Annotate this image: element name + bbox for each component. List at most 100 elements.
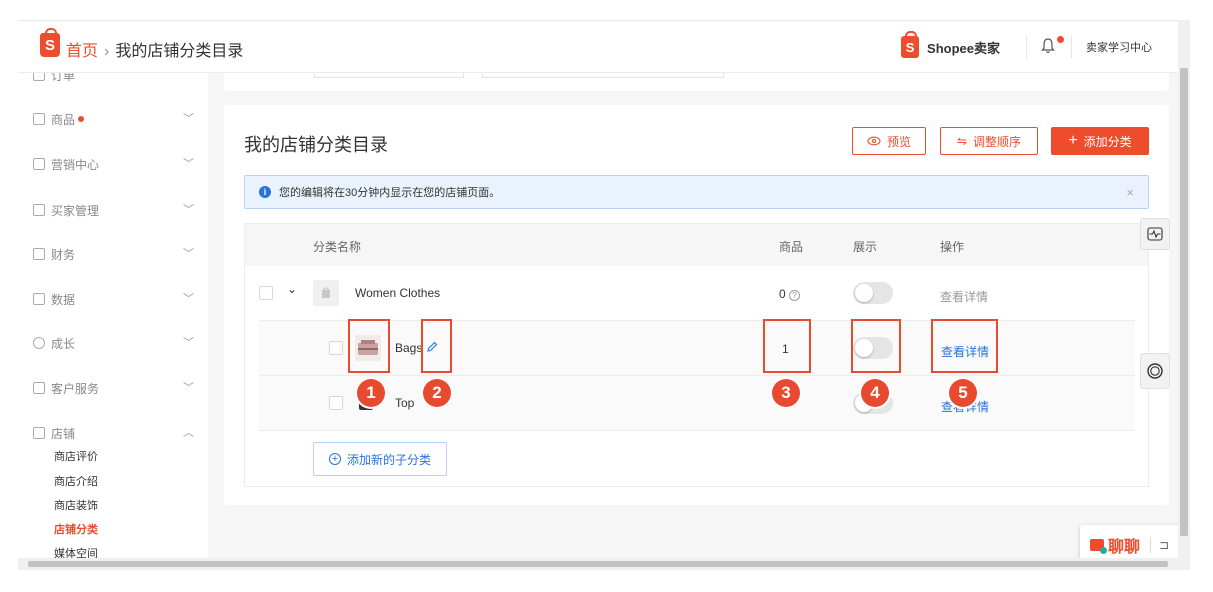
expand-chevron-icon[interactable]: ⌄ [287,282,297,296]
sidebar-item-label: 财务 [51,247,76,262]
display-toggle[interactable] [853,282,893,304]
brand-label[interactable]: Shopee卖家 [927,38,1000,57]
notification-dot [1057,36,1064,43]
highlight-view-details [931,319,998,373]
highlight-edit [421,319,452,373]
sidebar-item-label: 店铺 [51,426,76,441]
add-category-button[interactable]: + 添加分类 [1051,127,1149,155]
chevron-down-icon: ﹀ [183,158,194,170]
plus-circle-icon: + [328,453,341,465]
buyer-icon [33,204,45,216]
sidebar-subitem-categories[interactable]: 店铺分类 [54,521,98,537]
support-headset-button[interactable] [1140,353,1170,389]
finance-icon [33,248,45,260]
pulse-icon [1147,227,1163,241]
toggle-knob [855,284,873,302]
chevron-down-icon: ﹀ [183,248,194,260]
notification-bell-button[interactable] [1027,33,1071,61]
top-bar: S 首页 › 我的店铺分类目录 S Shopee卖家 卖家学习中心 [18,21,1178,73]
chevron-down-icon: ﹀ [183,204,194,216]
sidebar-item-data[interactable]: 数据 ﹀ [33,289,198,309]
highlight-thumbnail [348,319,390,373]
headset-icon [1147,363,1163,379]
category-name: Bags [395,341,423,355]
reorder-button[interactable]: ⇋ 调整顺序 [940,127,1038,155]
horizontal-scroll-thumb[interactable] [28,561,1168,567]
category-card: 我的店铺分类目录 预览 ⇋ 调整顺序 + 添加分类 i 您的编辑将在30分钟内显… [224,105,1169,505]
chevron-down-icon: ﹀ [183,382,194,394]
vertical-scroll-thumb[interactable] [1180,68,1188,536]
reorder-label: 调整顺序 [973,134,1022,149]
activity-monitor-button[interactable] [1140,218,1170,250]
preview-label: 预览 [886,134,911,149]
add-subcategory-button[interactable]: + 添加新的子分类 [313,442,447,476]
order-icon [33,73,45,81]
growth-icon [33,337,45,349]
sidebar-item-finance[interactable]: 财务 ﹀ [33,244,198,264]
header-name: 分类名称 [313,240,362,254]
ghost-input [314,73,464,78]
expand-icon[interactable]: ⊐ [1159,538,1169,552]
chevron-down-icon: ﹀ [183,293,194,305]
help-icon[interactable]: ? [789,290,801,301]
category-name: Women Clothes [355,286,441,300]
chat-label: 聊聊 [1108,539,1141,556]
header-right: S Shopee卖家 卖家学习中心 [901,31,1178,61]
sidebar-item-products[interactable]: 商品 ﹀ [33,109,198,129]
category-thumbnail [313,280,339,306]
add-subcategory-label: 添加新的子分类 [346,452,431,467]
sidebar-item-label: 客户服务 [51,381,100,396]
sidebar-item-service[interactable]: 客户服务 ﹀ [33,378,198,398]
table-row: ⌄ Women Clothes 0 ? 查看详情 [259,266,1135,321]
sidebar-subitem-intro[interactable]: 商店介绍 [54,473,98,489]
sidebar-item-growth[interactable]: 成长 ﹀ [33,333,198,353]
page-title: 我的店铺分类目录 [244,135,388,155]
marketing-icon [33,158,45,170]
header-products: 商品 [779,240,804,254]
notice-text: 您的编辑将在30分钟内显示在您的店铺页面。 [279,187,501,199]
sidebar-item-label: 买家管理 [51,203,100,218]
shopee-logo-icon[interactable]: S [40,28,60,57]
sidebar-subitem-decoration[interactable]: 商店装饰 [54,497,98,513]
header-actions: 操作 [940,240,965,254]
annotation-badge-1: 1 [357,379,385,407]
sidebar: 订单 ﹀ 商品 ﹀ 营销中心 ﹀ 买家管理 ﹀ 财务 ﹀ 数据 ﹀ 成长 ﹀ 客户服务 ﹀ 店铺… [18,73,208,570]
breadcrumb-home-link[interactable]: 首页 [66,43,98,60]
horizontal-scrollbar[interactable] [18,558,1178,570]
sidebar-item-shop[interactable]: 店铺 ︿ [33,423,198,443]
highlight-toggle [851,319,901,373]
row-checkbox[interactable] [329,396,343,410]
highlight-product-count [763,319,811,373]
divider [1150,537,1152,553]
sidebar-item-label: 成长 [51,336,76,351]
view-details-link[interactable]: 查看详情 [940,288,988,305]
product-count: 0 ? [779,287,801,301]
close-icon[interactable]: × [1126,185,1134,200]
add-category-label: 添加分类 [1083,134,1132,149]
sidebar-item-buyers[interactable]: 买家管理 ﹀ [33,200,198,220]
annotation-badge-2: 2 [423,379,451,407]
app-frame: S 首页 › 我的店铺分类目录 S Shopee卖家 卖家学习中心 订单 ﹀ 商品 ﹀ … [18,20,1190,570]
row-checkbox[interactable] [259,286,273,300]
row-checkbox[interactable] [329,341,343,355]
bag-placeholder-icon [322,287,330,298]
annotation-badge-5: 5 [949,379,977,407]
plus-icon: + [1068,132,1078,149]
preview-button[interactable]: 预览 [852,127,926,155]
chevron-up-icon: ︿ [183,427,194,439]
vertical-scrollbar[interactable] [1178,20,1190,570]
sidebar-item-label: 营销中心 [51,157,100,172]
info-notice: i 您的编辑将在30分钟内显示在您的店铺页面。 × [244,175,1149,209]
category-name: Top [395,396,415,410]
shopee-seller-logo-icon: S [901,31,920,58]
shop-icon [33,427,45,439]
sidebar-subitem-reviews[interactable]: 商店评价 [54,448,98,464]
learning-center-link[interactable]: 卖家学习中心 [1086,39,1152,55]
chevron-down-icon: ﹀ [183,73,194,81]
info-icon: i [259,186,271,198]
chevron-down-icon: ﹀ [183,337,194,349]
breadcrumb: 首页 › 我的店铺分类目录 [66,37,243,61]
table-header: 分类名称 商品 展示 操作 [245,224,1148,266]
sidebar-item-orders[interactable]: 订单 ﹀ [33,73,198,85]
sidebar-item-marketing[interactable]: 营销中心 ﹀ [33,154,198,174]
